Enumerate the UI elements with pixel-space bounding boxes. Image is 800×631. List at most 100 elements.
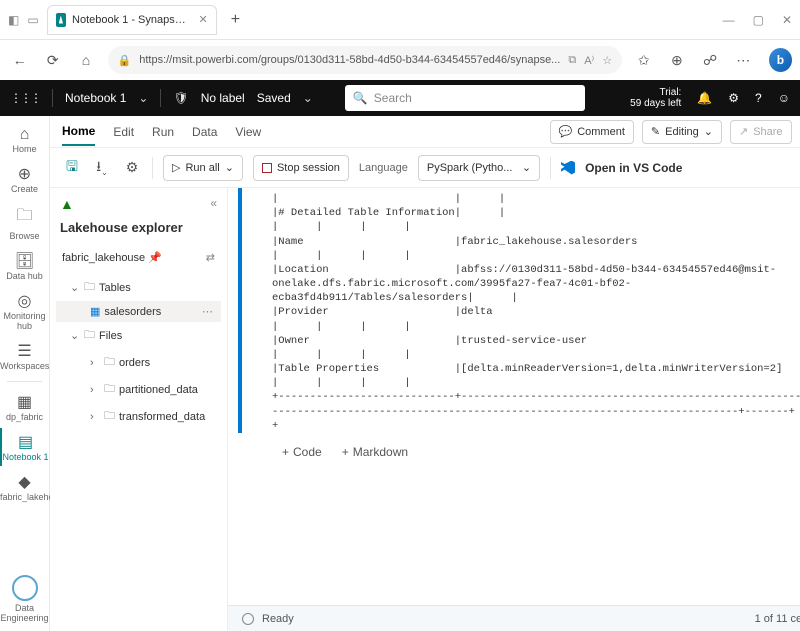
read-aloud-icon[interactable]: A⁾ (584, 54, 594, 67)
stop-icon (262, 163, 272, 173)
close-tab-icon[interactable]: ✕ (198, 13, 207, 26)
tree-orders[interactable]: ›🗀orders (56, 349, 221, 376)
tab-edit[interactable]: Edit (113, 119, 134, 145)
lakehouse-selector[interactable]: fabric_lakehouse 📌 ⇄ (56, 247, 221, 268)
new-tab-button[interactable]: + (225, 11, 246, 29)
folder-icon: 🗀 (84, 278, 95, 297)
more-icon[interactable]: ⋯ (732, 52, 755, 69)
chevron-down-icon[interactable]: ⌄ (303, 91, 313, 105)
lock-icon: 🔒 (118, 54, 132, 67)
tree-salesorders[interactable]: ▦salesorders⋯ (56, 301, 221, 322)
browser-tab[interactable]: Notebook 1 - Synapse Data Eng ✕ (47, 5, 217, 35)
rail-data-engineering[interactable]: Data Engineering (0, 571, 49, 631)
notebook-area: | | | | |# Detailed Table Information| |… (228, 188, 800, 631)
language-selector[interactable]: PySpark (Pytho...⌄ (418, 155, 540, 181)
pin-icon[interactable]: 📌 (148, 252, 162, 264)
vscode-icon (561, 161, 575, 175)
rail-fabric-lakehouse[interactable]: ◆fabric_lakehouse (0, 468, 49, 506)
rail-browse[interactable]: 🗀Browse (0, 200, 49, 245)
tabs-icon[interactable]: ▭ (27, 13, 38, 27)
open-vscode-button[interactable]: Open in VS Code (585, 161, 682, 175)
minimize-icon[interactable]: — (723, 13, 735, 27)
editing-mode-button[interactable]: ✎Editing⌄ (642, 120, 722, 144)
search-placeholder: Search (374, 91, 412, 105)
more-icon[interactable]: ⋯ (202, 305, 219, 318)
refresh-icon[interactable]: ⟳ (41, 52, 64, 69)
trial-status[interactable]: Trial: 59 days left (630, 87, 681, 109)
tree-files[interactable]: ⌄🗀Files (56, 322, 221, 349)
explorer-title: Lakehouse explorer (56, 218, 221, 241)
lakehouse-icon: ◆ (0, 472, 49, 492)
gear-icon[interactable]: ⚙ (122, 159, 142, 176)
notebook-cell[interactable]: | | | | |# Detailed Table Information| |… (238, 188, 800, 433)
workspace-icon: ▦ (0, 392, 49, 412)
collapse-icon[interactable]: « (210, 196, 217, 212)
datahub-icon: 🗄 (0, 251, 49, 271)
rail-dp-fabric[interactable]: ▦dp_fabric (0, 388, 49, 426)
swap-icon[interactable]: ⇄ (206, 251, 215, 264)
favorites-icon[interactable]: ✩ (632, 52, 655, 69)
comment-icon: 💬 (559, 125, 573, 138)
bing-chat-icon[interactable]: b (769, 48, 792, 72)
chevron-down-icon: ⌄ (704, 125, 713, 138)
cell-count: 1 of 11 cells (755, 613, 800, 625)
add-markdown-button[interactable]: +Markdown (342, 445, 408, 459)
notifications-icon[interactable]: 🔔 (697, 91, 712, 105)
folder-icon: 🗀 (104, 353, 115, 372)
chevron-down-icon[interactable]: ⌄ (138, 91, 148, 105)
download-icon[interactable]: ⭳⌄ (92, 156, 112, 180)
folder-icon: 🗀 (104, 380, 115, 399)
favorite-icon[interactable]: ☆ (602, 54, 612, 67)
rail-home[interactable]: ⌂Home (0, 122, 49, 158)
extensions-icon[interactable]: ☍ (698, 52, 721, 69)
rail-workspaces[interactable]: ☰Workspaces (0, 337, 49, 375)
tab-home[interactable]: Home (62, 118, 95, 146)
chevron-down-icon: ⌄ (522, 161, 531, 174)
save-icon[interactable]: 🖫 (62, 156, 82, 180)
ribbon-tabs: Home Edit Run Data View 💬Comment ✎Editin… (50, 116, 800, 148)
tree-partitioned-data[interactable]: ›🗀partitioned_data (56, 376, 221, 403)
cell-output: | | | | |# Detailed Table Information| |… (272, 188, 800, 433)
share-icon: ↗ (739, 125, 748, 138)
plus-circle-icon: ⊕ (0, 164, 49, 184)
stop-session-button[interactable]: Stop session (253, 155, 349, 181)
app-launcher-icon[interactable]: ⋮⋮⋮ (10, 91, 40, 105)
comment-button[interactable]: 💬Comment (550, 120, 634, 144)
label-status[interactable]: No label (201, 91, 245, 105)
feedback-icon[interactable]: ☺ (778, 91, 790, 105)
add-code-button[interactable]: +Code (282, 445, 322, 459)
search-input[interactable]: 🔍 Search (345, 85, 585, 111)
tab-view[interactable]: View (235, 119, 261, 145)
rail-monitoring[interactable]: ◎Monitoring hub (0, 287, 49, 335)
collections-icon[interactable]: ⊕ (665, 52, 688, 69)
browse-icon: 🗀 (0, 204, 49, 231)
notebook-icon: ▤ (2, 432, 49, 452)
share-button[interactable]: ↗Share (730, 120, 792, 144)
notebook-name[interactable]: Notebook 1 (65, 91, 126, 105)
tab-title: Notebook 1 - Synapse Data Eng (72, 14, 188, 26)
back-icon[interactable]: ← (8, 52, 31, 68)
plus-icon: + (282, 445, 289, 459)
search-icon: 🔍 (353, 91, 368, 105)
tree-tables[interactable]: ⌄🗀Tables (56, 274, 221, 301)
settings-icon[interactable]: ⚙ (728, 91, 739, 105)
copy-icon[interactable]: ⧉ (568, 54, 576, 67)
tab-run[interactable]: Run (152, 119, 174, 145)
maximize-icon[interactable]: ▢ (753, 13, 764, 27)
shield-icon: 🛡 (173, 91, 188, 105)
home-icon[interactable]: ⌂ (74, 52, 97, 68)
help-icon[interactable]: ? (755, 91, 762, 105)
lakehouse-icon: ▲ (60, 196, 74, 212)
save-status: Saved (257, 91, 291, 105)
workspaces-icon[interactable]: ◧ (8, 13, 19, 27)
address-bar[interactable]: 🔒 https://msit.powerbi.com/groups/0130d3… (108, 46, 623, 74)
rail-create[interactable]: ⊕Create (0, 160, 49, 198)
close-window-icon[interactable]: ✕ (782, 13, 792, 27)
rail-notebook1[interactable]: ▤Notebook 1 (0, 428, 49, 466)
status-text: Ready (262, 613, 294, 625)
tree-transformed-data[interactable]: ›🗀transformed_data (56, 403, 221, 430)
run-all-button[interactable]: ▷Run all⌄ (163, 155, 243, 181)
rail-datahub[interactable]: 🗄Data hub (0, 247, 49, 285)
folder-icon: 🗀 (84, 326, 95, 345)
tab-data[interactable]: Data (192, 119, 217, 145)
